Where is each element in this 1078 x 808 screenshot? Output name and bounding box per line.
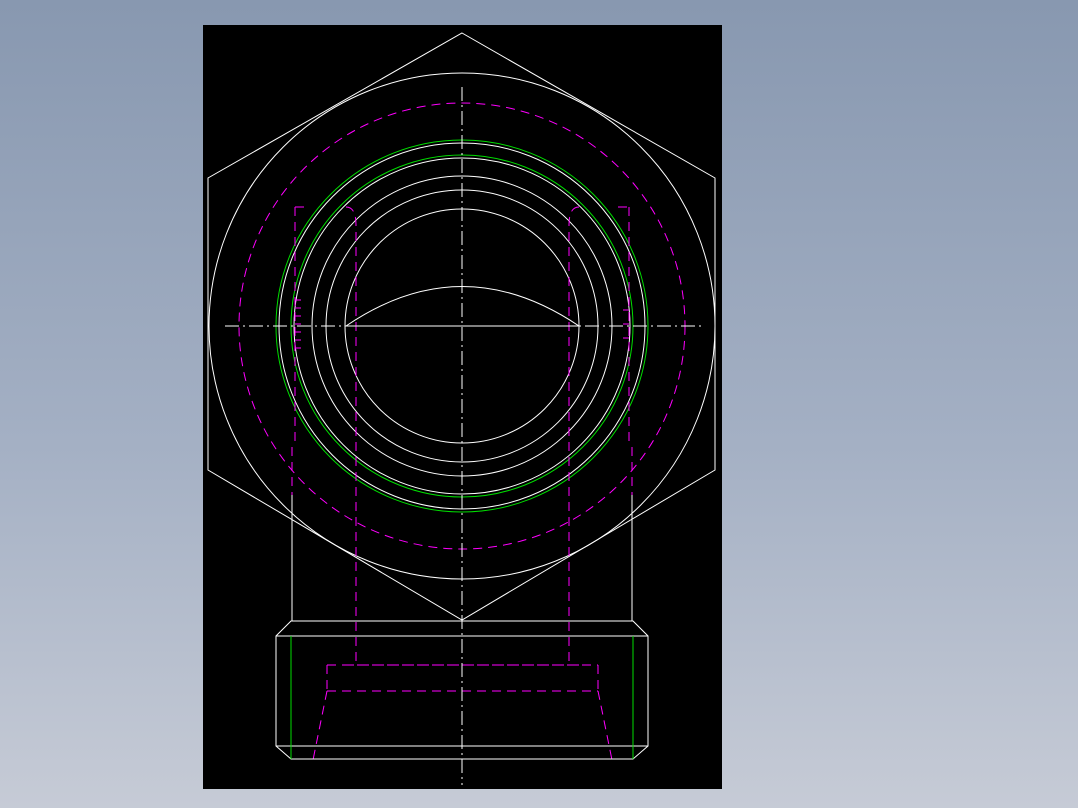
cad-drawing xyxy=(207,32,716,785)
thread-hatch-left xyxy=(295,299,301,349)
cad-drawing-viewport[interactable] xyxy=(203,25,722,789)
thread-hatch-right xyxy=(623,309,629,339)
